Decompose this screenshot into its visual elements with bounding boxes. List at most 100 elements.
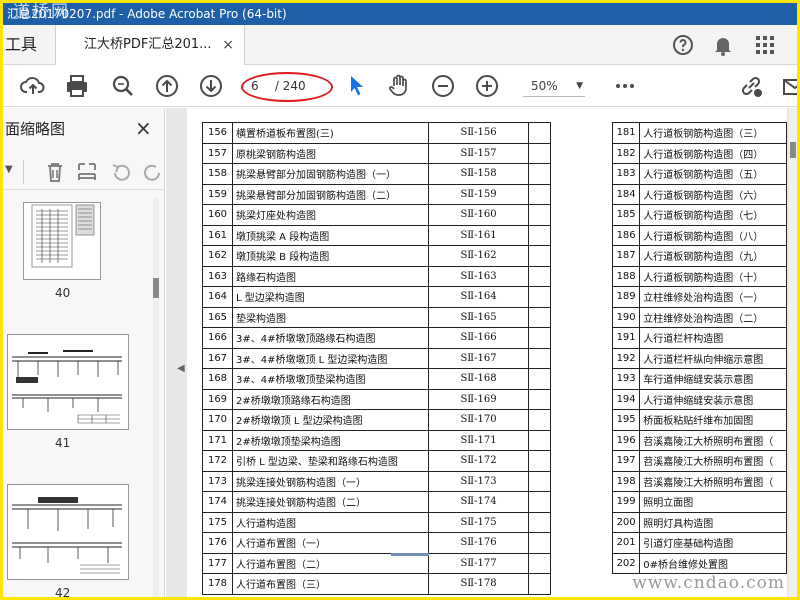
table-row: 192 人行道栏杆纵向伸缩示意图 [611, 347, 787, 369]
table-row: 202 0#桥台维修处置图 [611, 552, 787, 574]
trash-icon[interactable] [43, 160, 67, 188]
drawing-name: 挑梁悬臂部分加固钢筋构造图（二） [232, 183, 429, 205]
row-number: 194 [611, 388, 641, 410]
zoom-in-icon[interactable] [473, 72, 501, 100]
drawing-name: 人行道板钢筋构造图（六） [639, 183, 787, 205]
row-number: 158 [202, 163, 233, 185]
thumbnail-toolbar: ▼ [3, 154, 165, 190]
row-number: 185 [611, 204, 641, 226]
row-number: 181 [611, 122, 641, 144]
table-row: 163 路缘石构造图 SⅡ-163 [202, 265, 551, 287]
drawing-name: 横置桥道板布置图(三) [232, 122, 429, 144]
empty-cell [528, 491, 551, 513]
document-scrollbar[interactable] [789, 108, 797, 597]
drawing-name: 人行道栏杆构造图 [639, 327, 787, 349]
tab-tools[interactable]: 工具 [3, 25, 55, 65]
close-tab-icon[interactable]: × [222, 25, 234, 65]
table-row: 167 3#、4#桥墩墩顶 L 型边梁构造图 SⅡ-167 [202, 347, 551, 369]
red-annotation-ellipse [241, 72, 333, 102]
insert-page-icon[interactable] [75, 160, 99, 188]
drawing-code: SⅡ-175 [428, 511, 529, 533]
drawing-code: SⅡ-170 [428, 409, 529, 431]
row-number: 187 [611, 245, 641, 267]
empty-cell [528, 306, 551, 328]
scrollbar-thumb[interactable] [153, 278, 159, 298]
options-chevron-icon[interactable]: ▼ [5, 164, 13, 175]
help-icon[interactable] [671, 33, 695, 57]
drawing-name: 引桥 L 型边梁、垫梁和路缘石构造图 [232, 450, 429, 472]
drawing-name: 人行道板钢筋构造图（八） [639, 224, 787, 246]
drawing-code: SⅡ-160 [428, 204, 529, 226]
notification-bell-icon[interactable] [711, 33, 735, 57]
row-number: 188 [611, 265, 641, 287]
more-tools-icon[interactable] [611, 72, 639, 100]
drawing-name: 3#、4#桥墩墩顶 L 型边梁构造图 [232, 347, 429, 369]
empty-cell [528, 511, 551, 533]
collapse-panel-arrow-icon[interactable]: ◀ [177, 363, 185, 374]
print-icon[interactable] [63, 72, 91, 100]
row-number: 178 [202, 573, 233, 595]
empty-cell [528, 163, 551, 185]
thumbnail-scrollbar[interactable] [153, 198, 159, 597]
table-row: 171 2#桥墩墩顶垫梁构造图 SⅡ-171 [202, 429, 551, 451]
empty-cell [528, 450, 551, 472]
hand-tool-icon[interactable] [385, 72, 413, 100]
row-number: 166 [202, 327, 233, 349]
row-number: 190 [611, 306, 641, 328]
table-row: 157 原桃梁钢筋构造图 SⅡ-157 [202, 142, 551, 164]
close-panel-icon[interactable]: × [135, 116, 152, 140]
row-number: 169 [202, 388, 233, 410]
row-number: 191 [611, 327, 641, 349]
page-thumbnail[interactable] [23, 202, 101, 280]
drawing-name: 2#桥墩墩顶垫梁构造图 [232, 429, 429, 451]
undo-icon[interactable] [109, 160, 133, 188]
search-icon[interactable] [109, 72, 137, 100]
redo-icon[interactable] [141, 160, 165, 188]
zoom-value: 50% [531, 79, 558, 93]
drawing-name: 3#、4#桥墩墩顶垫梁构造图 [232, 368, 429, 390]
cndao-watermark: www.cndao.com [632, 573, 785, 593]
row-number: 167 [202, 347, 233, 369]
empty-cell [528, 224, 551, 246]
share-link-icon[interactable] [737, 72, 765, 100]
drawing-name: 0#桥台维修处置图 [639, 552, 787, 574]
drawing-name: 桥面板粘贴纤维布加固图 [639, 409, 787, 431]
apps-grid-icon[interactable] [753, 33, 777, 57]
text-selection-mark [391, 553, 429, 556]
page-thumbnail[interactable] [7, 484, 129, 580]
table-row: 199 照明立面图 [611, 491, 787, 513]
page-thumbnail[interactable] [7, 334, 129, 430]
page-thumbnails-panel: 面缩略图 × ▼ 40 41 42 [3, 108, 165, 597]
tab-document[interactable]: 江大桥PDF汇总201... × [55, 25, 245, 66]
row-number: 184 [611, 183, 641, 205]
site-watermark: 道桥网 [13, 3, 70, 22]
email-icon[interactable] [781, 72, 797, 100]
table-row: 200 照明灯具构造图 [611, 511, 787, 533]
upload-cloud-icon[interactable] [19, 72, 47, 100]
next-page-icon[interactable] [197, 72, 225, 100]
drawing-list-table-right: 181 人行道板钢筋构造图（三） 182 人行道板钢筋构造图（四） 183 人行道板钢筋构… [611, 122, 787, 574]
drawing-code: SⅡ-169 [428, 388, 529, 410]
empty-cell [528, 327, 551, 349]
drawing-name: 照明灯具构造图 [639, 511, 787, 533]
zoom-select[interactable]: 50% ▼ [523, 75, 585, 97]
select-cursor-icon[interactable] [343, 72, 371, 100]
empty-cell [528, 122, 551, 144]
table-row: 156 横置桥道板布置图(三) SⅡ-156 [202, 122, 551, 144]
drawing-name: 立柱维修处治构造图（一） [639, 286, 787, 308]
table-row: 177 人行道布置图（二） SⅡ-177 [202, 552, 551, 574]
row-number: 192 [611, 347, 641, 369]
zoom-out-icon[interactable] [429, 72, 457, 100]
table-row: 176 人行道布置图（一） SⅡ-176 [202, 532, 551, 554]
drawing-code: SⅡ-162 [428, 245, 529, 267]
row-number: 201 [611, 532, 641, 554]
row-number: 176 [202, 532, 233, 554]
previous-page-icon[interactable] [153, 72, 181, 100]
drawing-code: SⅡ-168 [428, 368, 529, 390]
row-number: 171 [202, 429, 233, 451]
drawing-code: SⅡ-164 [428, 286, 529, 308]
scrollbar-thumb[interactable] [790, 142, 796, 158]
row-number: 199 [611, 491, 641, 513]
table-row: 161 墩顶挑梁 A 段构造图 SⅡ-161 [202, 224, 551, 246]
row-number: 174 [202, 491, 233, 513]
